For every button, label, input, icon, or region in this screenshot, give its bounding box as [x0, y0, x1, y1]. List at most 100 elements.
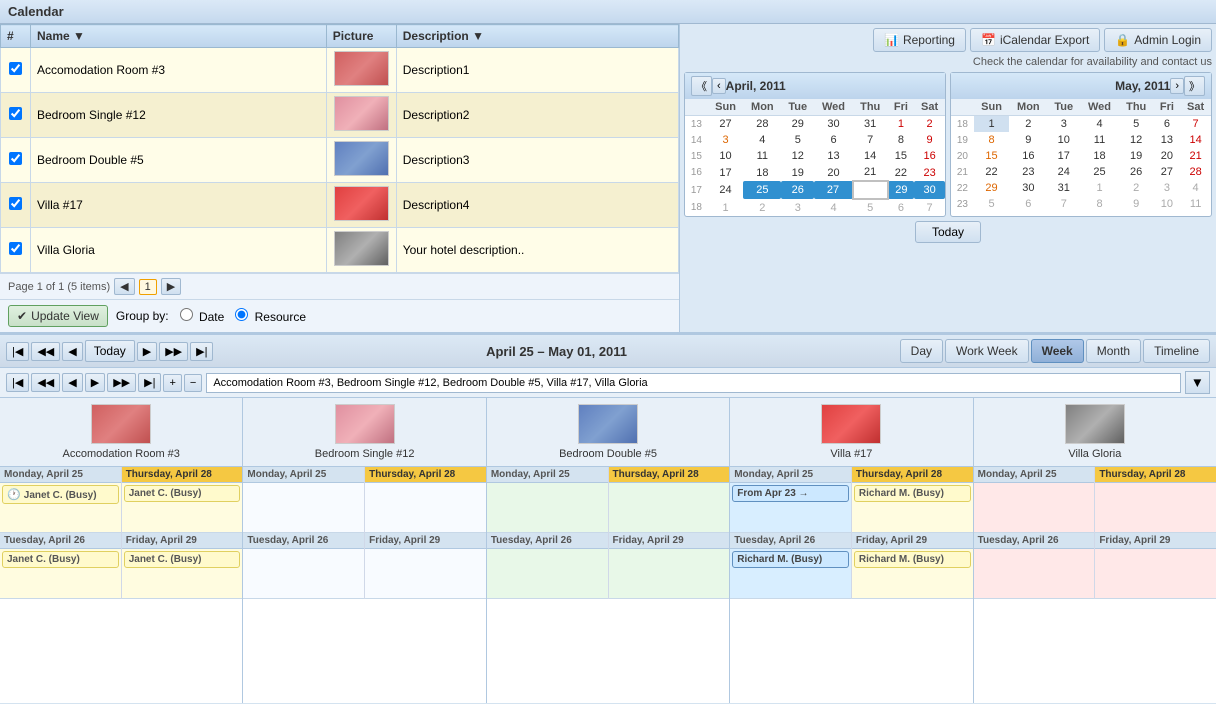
- cal-day[interactable]: 22: [974, 164, 1010, 180]
- day-slot[interactable]: [365, 549, 486, 599]
- cal-day[interactable]: 3: [781, 199, 814, 216]
- group-resource-label[interactable]: Resource: [232, 308, 306, 324]
- cal-day[interactable]: 2: [1009, 116, 1047, 133]
- resource-prev-btn[interactable]: ◀: [62, 373, 82, 392]
- day-slot[interactable]: [1095, 549, 1216, 599]
- cal-day[interactable]: 17: [1047, 148, 1080, 164]
- day-slot[interactable]: [487, 549, 608, 599]
- cal-day[interactable]: 15: [974, 148, 1010, 164]
- cal-day[interactable]: 13: [1154, 132, 1181, 148]
- cal-day[interactable]: 6: [1009, 196, 1047, 212]
- tab-work-week[interactable]: Work Week: [945, 339, 1029, 363]
- resource-next-btn[interactable]: ▶: [85, 373, 105, 392]
- cal-day[interactable]: 7: [1180, 116, 1211, 133]
- admin-login-button[interactable]: 🔒 Admin Login: [1104, 28, 1212, 52]
- cal-day[interactable]: 7: [1047, 196, 1080, 212]
- cal-day[interactable]: 27: [708, 116, 744, 133]
- group-resource-radio[interactable]: [235, 308, 248, 321]
- row-checkbox-4[interactable]: [9, 242, 22, 255]
- cal-day[interactable]: 1: [708, 199, 744, 216]
- cal-day[interactable]: 2: [914, 116, 945, 133]
- event-block[interactable]: Richard M. (Busy): [854, 551, 971, 568]
- prev-btn[interactable]: ◀: [62, 342, 82, 361]
- cal-day[interactable]: 13: [814, 148, 853, 164]
- cal-day[interactable]: 1: [974, 116, 1010, 133]
- may-next-next-btn[interactable]: 》: [1184, 76, 1205, 96]
- cal-day[interactable]: 3: [708, 132, 744, 148]
- cal-day[interactable]: 18: [743, 164, 781, 181]
- resource-next-next-btn[interactable]: ▶▶: [107, 373, 136, 392]
- day-slot[interactable]: 🕐 Janet C. (Busy): [0, 483, 121, 533]
- cal-day[interactable]: 31: [853, 116, 888, 133]
- day-slot[interactable]: [974, 549, 1095, 599]
- cal-day[interactable]: 5: [974, 196, 1010, 212]
- cal-day[interactable]: 29: [781, 116, 814, 133]
- resource-prev-prev-btn[interactable]: ◀◀: [31, 373, 60, 392]
- day-slot[interactable]: Janet C. (Busy): [0, 549, 121, 599]
- cal-day[interactable]: 2: [743, 199, 781, 216]
- cal-day[interactable]: 30: [814, 116, 853, 133]
- event-block[interactable]: Janet C. (Busy): [2, 551, 119, 568]
- prev-prev-btn[interactable]: ◀◀: [31, 342, 60, 361]
- may-next-btn[interactable]: ›: [1170, 78, 1184, 94]
- cal-day[interactable]: 8: [974, 132, 1010, 148]
- cal-day[interactable]: 19: [781, 164, 814, 181]
- day-slot[interactable]: [609, 483, 730, 533]
- resource-first-btn[interactable]: |◀: [6, 373, 29, 392]
- day-slot[interactable]: [974, 483, 1095, 533]
- row-checkbox-3[interactable]: [9, 197, 22, 210]
- resource-remove-btn[interactable]: −: [184, 374, 202, 392]
- event-block[interactable]: Richard M. (Busy): [732, 551, 849, 568]
- cal-day[interactable]: 11: [743, 148, 781, 164]
- cal-day[interactable]: 10: [708, 148, 744, 164]
- cal-day[interactable]: 4: [814, 199, 853, 216]
- event-block[interactable]: Richard M. (Busy): [854, 485, 971, 502]
- cal-day[interactable]: 7: [914, 199, 945, 216]
- cal-day[interactable]: 9: [914, 132, 945, 148]
- resource-selector-input[interactable]: [206, 373, 1180, 393]
- event-block[interactable]: Janet C. (Busy): [124, 551, 241, 568]
- cal-day[interactable]: 25: [1080, 164, 1119, 180]
- cal-day[interactable]: 28: [853, 181, 888, 199]
- cal-day[interactable]: 5: [853, 199, 888, 216]
- group-date-label[interactable]: Date: [177, 308, 225, 324]
- day-slot[interactable]: Janet C. (Busy): [122, 549, 243, 599]
- day-slot[interactable]: [487, 483, 608, 533]
- cal-day[interactable]: 20: [814, 164, 853, 181]
- april-prev-btn[interactable]: ‹: [712, 78, 726, 94]
- cal-day[interactable]: 29: [888, 181, 915, 199]
- cal-day[interactable]: 1: [1080, 180, 1119, 196]
- day-slot[interactable]: [1095, 483, 1216, 533]
- cal-day[interactable]: 4: [1180, 180, 1211, 196]
- cal-day[interactable]: 17: [708, 164, 744, 181]
- cal-day[interactable]: 22: [888, 164, 915, 181]
- resource-dropdown-btn[interactable]: ▼: [1185, 371, 1210, 394]
- cal-day[interactable]: 6: [814, 132, 853, 148]
- tab-timeline[interactable]: Timeline: [1143, 339, 1210, 363]
- cal-day[interactable]: 27: [1154, 164, 1181, 180]
- cal-day[interactable]: 23: [914, 164, 945, 181]
- cal-day[interactable]: 25: [743, 181, 781, 199]
- cal-day[interactable]: 2: [1119, 180, 1154, 196]
- cal-day[interactable]: 6: [888, 199, 915, 216]
- day-slot[interactable]: [243, 549, 364, 599]
- next-page-btn[interactable]: ▶: [161, 278, 181, 295]
- cal-day[interactable]: 1: [888, 116, 915, 133]
- reporting-button[interactable]: 📊 Reporting: [873, 28, 966, 52]
- cal-day[interactable]: 20: [1154, 148, 1181, 164]
- update-view-button[interactable]: ✔ Update View: [8, 305, 108, 327]
- cal-day[interactable]: 29: [974, 180, 1010, 196]
- day-slot[interactable]: [609, 549, 730, 599]
- event-block[interactable]: Janet C. (Busy): [124, 485, 241, 502]
- cal-day[interactable]: 11: [1080, 132, 1119, 148]
- cal-day[interactable]: 6: [1154, 116, 1181, 133]
- cal-day[interactable]: 18: [1080, 148, 1119, 164]
- cal-day[interactable]: 21: [1180, 148, 1211, 164]
- cal-day[interactable]: 14: [853, 148, 888, 164]
- day-slot[interactable]: Janet C. (Busy): [122, 483, 243, 533]
- cal-day[interactable]: 4: [1080, 116, 1119, 133]
- cal-day[interactable]: 14: [1180, 132, 1211, 148]
- day-slot[interactable]: [365, 483, 486, 533]
- day-slot[interactable]: Richard M. (Busy): [730, 549, 851, 599]
- day-slot[interactable]: [243, 483, 364, 533]
